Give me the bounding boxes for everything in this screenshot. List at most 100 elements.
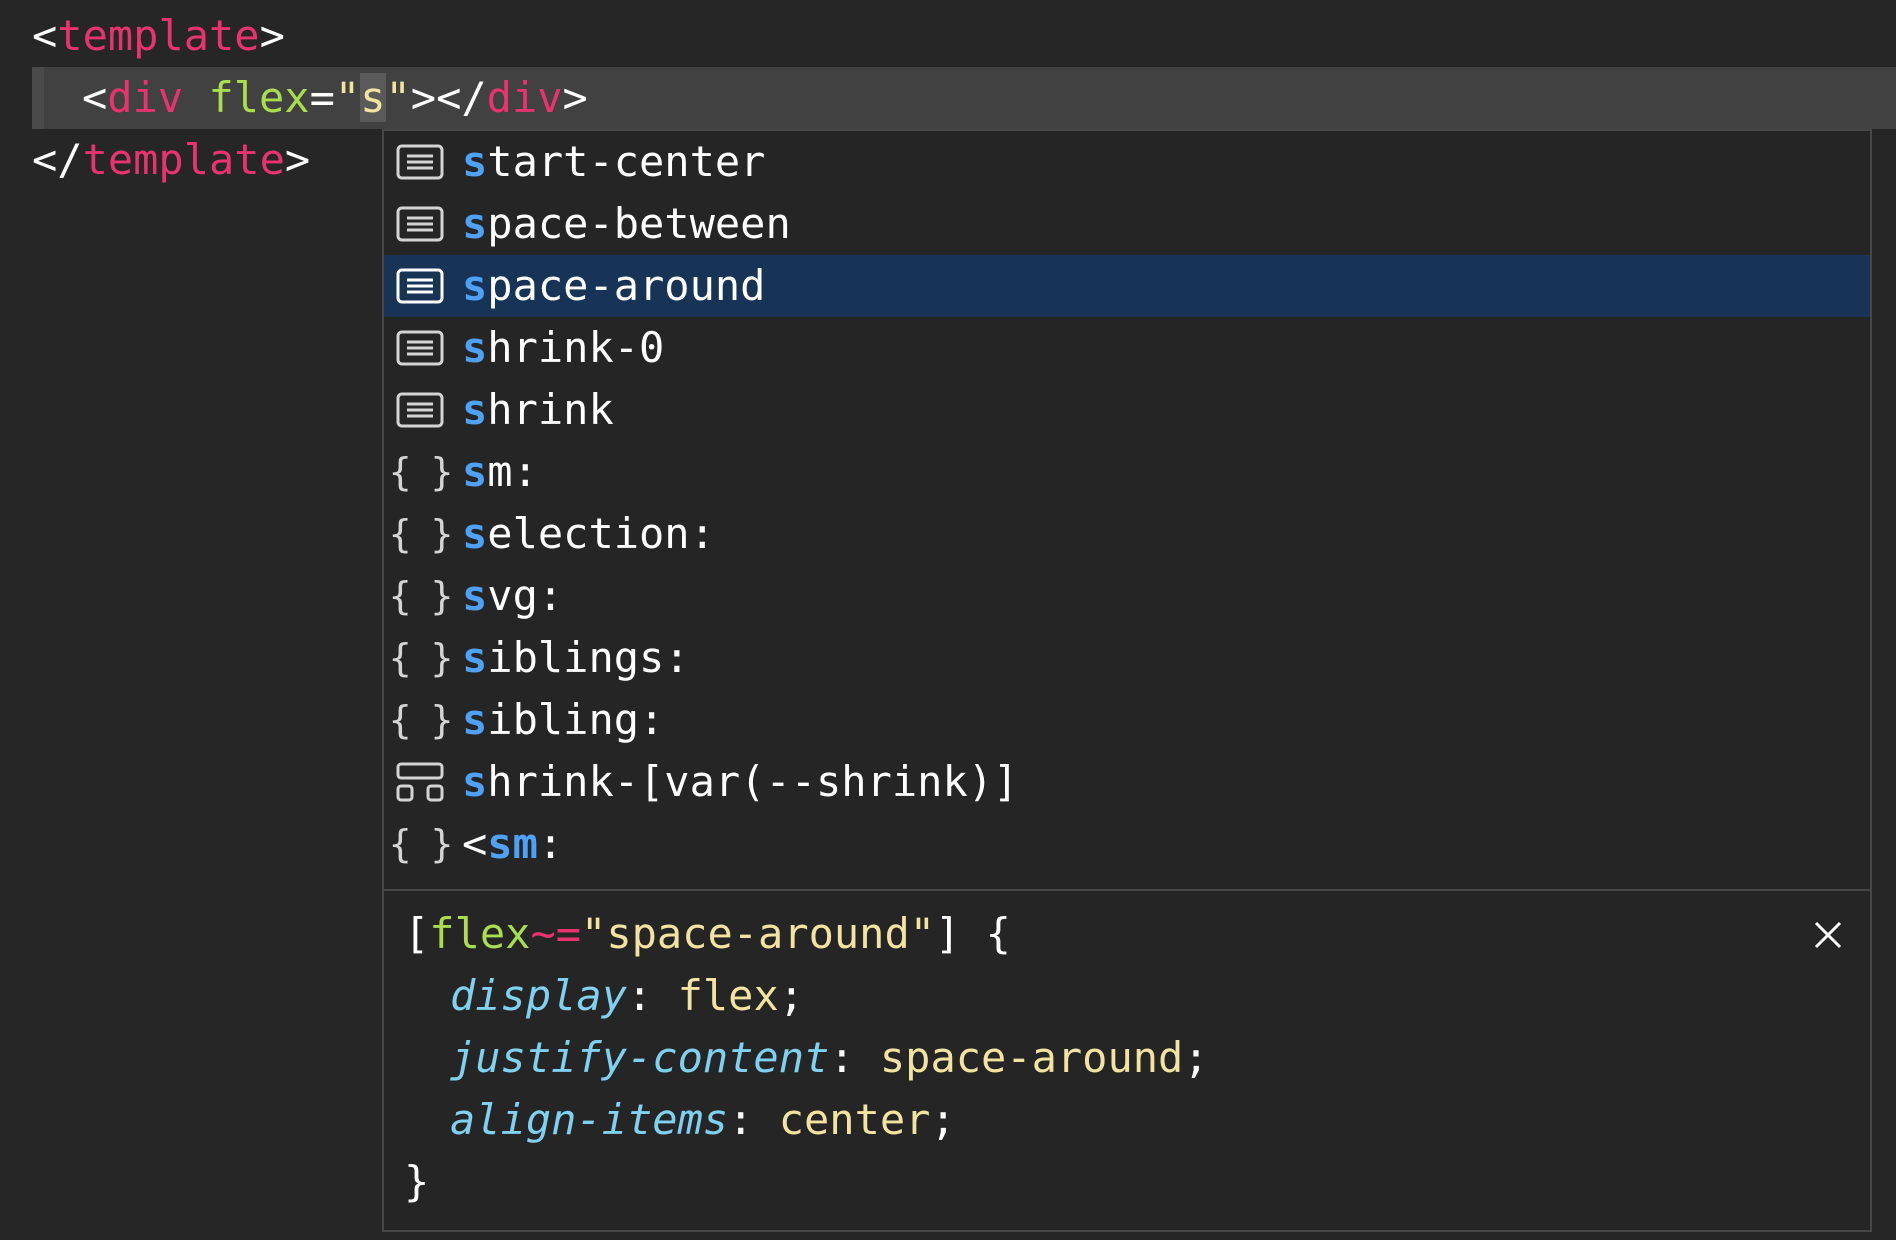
text-list-icon xyxy=(396,267,444,305)
suggestion-rest: election: xyxy=(487,509,715,558)
tag-open-bracket: < xyxy=(82,73,108,122)
indent-guide xyxy=(32,67,44,129)
match-highlight: s xyxy=(462,323,488,372)
text-list-icon xyxy=(396,205,444,243)
closing-tag-name: div xyxy=(486,73,563,122)
suggestion-rest: m: xyxy=(487,447,538,496)
suggestion-item[interactable]: { } sibling: xyxy=(384,689,1870,751)
suggestion-label: space-around xyxy=(462,255,765,317)
suggestion-label: siblings: xyxy=(462,627,690,689)
attribute-name: flex xyxy=(208,73,310,122)
suggestion-item[interactable]: { } selection: xyxy=(384,503,1870,565)
match-highlight: s xyxy=(462,447,488,496)
tag-name: div xyxy=(107,73,184,122)
match-highlight: s xyxy=(462,261,488,310)
suggestion-item[interactable]: { } <sm: xyxy=(384,813,1870,875)
suggestion-item[interactable]: { } siblings: xyxy=(384,627,1870,689)
match-highlight: s xyxy=(462,571,488,620)
css-property: justify-content xyxy=(450,1033,830,1082)
suggestion-item[interactable]: start-center xyxy=(384,131,1870,193)
tag-close-bracket: > xyxy=(562,73,588,122)
css-semicolon: ; xyxy=(930,1095,956,1144)
suggestion-item-selected[interactable]: space-around xyxy=(384,255,1870,317)
tag-open-bracket: < xyxy=(32,11,58,60)
selector-close: ] { xyxy=(935,909,1011,958)
braces-icon: { } xyxy=(388,698,454,742)
text-list-icon xyxy=(396,143,444,181)
suggestion-label: sibling: xyxy=(462,689,664,751)
match-highlight: s xyxy=(462,199,488,248)
suggestion-rest: vg: xyxy=(487,571,564,620)
suggestion-label: space-between xyxy=(462,193,791,255)
suggestion-rest: ibling: xyxy=(487,695,665,744)
braces-icon: { } xyxy=(388,822,454,866)
tag-close-open: ></ xyxy=(410,73,487,122)
suggestion-rest: tart-center xyxy=(487,137,766,186)
suggestion-rest: hrink-0 xyxy=(487,323,665,372)
suggestion-label: shrink-[var(--shrink)] xyxy=(462,751,1018,813)
braces-icon: { } xyxy=(388,450,454,494)
suggestion-label: <sm: xyxy=(462,813,563,875)
attribute-equals: = xyxy=(309,73,335,122)
match-highlight: sm xyxy=(487,819,538,868)
css-declaration: align-items: center; xyxy=(450,1089,956,1151)
text-list-icon xyxy=(396,391,444,429)
suggestion-label: start-center xyxy=(462,131,765,193)
suggestion-rest: hrink xyxy=(487,385,614,434)
braces-icon: { } xyxy=(388,512,454,556)
suggestion-prefix: < xyxy=(462,819,488,868)
tag-close-bracket: > xyxy=(284,135,311,184)
selector-value: "space-around" xyxy=(581,909,936,958)
text-list-icon xyxy=(396,329,444,367)
selector-attr: flex xyxy=(429,909,531,958)
suggestion-label: sm: xyxy=(462,441,538,503)
code-line-3[interactable]: </template> xyxy=(32,129,310,191)
tag-close-bracket: > xyxy=(259,11,285,60)
match-highlight: s xyxy=(462,509,488,558)
suggestion-item[interactable]: { } sm: xyxy=(384,441,1870,503)
suggestion-item[interactable]: shrink xyxy=(384,379,1870,441)
match-highlight: s xyxy=(462,385,488,434)
suggestion-label: shrink-0 xyxy=(462,317,664,379)
suggestion-rest: hrink-[var(--shrink)] xyxy=(487,757,1019,806)
suggestion-item[interactable]: { } svg: xyxy=(384,565,1870,627)
attribute-quote-close: " xyxy=(385,73,411,122)
code-line-1[interactable]: <template> xyxy=(32,5,285,67)
css-block-close: } xyxy=(404,1157,430,1206)
css-property: align-items xyxy=(450,1095,729,1144)
suggestion-item[interactable]: space-between xyxy=(384,193,1870,255)
braces-icon: { } xyxy=(388,636,454,680)
close-icon[interactable] xyxy=(1808,915,1848,955)
match-highlight: s xyxy=(462,633,488,682)
suggestion-rest: pace-around xyxy=(487,261,766,310)
suggestion-rest: pace-between xyxy=(487,199,791,248)
css-semicolon: ; xyxy=(1183,1033,1209,1082)
match-highlight: s xyxy=(462,137,488,186)
tag-open-bracket: </ xyxy=(32,135,83,184)
css-colon: : xyxy=(728,1095,779,1144)
css-declaration: justify-content: space-around; xyxy=(450,1027,1209,1089)
css-colon: : xyxy=(829,1033,880,1082)
suggestion-list: start-center space-between space-around … xyxy=(384,131,1870,889)
css-selector-line: [flex~="space-around"] { xyxy=(404,903,1011,965)
css-value: space-around xyxy=(879,1033,1184,1082)
layout-blocks-icon xyxy=(396,762,444,802)
match-highlight: s xyxy=(462,757,488,806)
css-value: flex xyxy=(677,971,779,1020)
tag-name: template xyxy=(57,11,260,60)
code-line-2-current[interactable]: <div flex="s"></div> xyxy=(32,67,1896,129)
attribute-value-typed[interactable]: s xyxy=(360,73,386,122)
match-highlight: s xyxy=(462,695,488,744)
suggestion-rest: iblings: xyxy=(487,633,690,682)
braces-icon: { } xyxy=(388,574,454,618)
suggestion-detail-panel: [flex~="space-around"] { display: flex; … xyxy=(384,891,1870,1230)
css-declaration: display: flex; xyxy=(450,965,804,1027)
selector-bracket: [ xyxy=(404,909,430,958)
css-semicolon: ; xyxy=(778,971,805,1020)
code-line-2-content: <div flex="s"></div> xyxy=(82,67,588,129)
suggestion-item[interactable]: shrink-[var(--shrink)] xyxy=(384,751,1870,813)
suggestion-item[interactable]: shrink-0 xyxy=(384,317,1870,379)
suggestion-label: shrink xyxy=(462,379,614,441)
css-colon: : xyxy=(627,971,678,1020)
